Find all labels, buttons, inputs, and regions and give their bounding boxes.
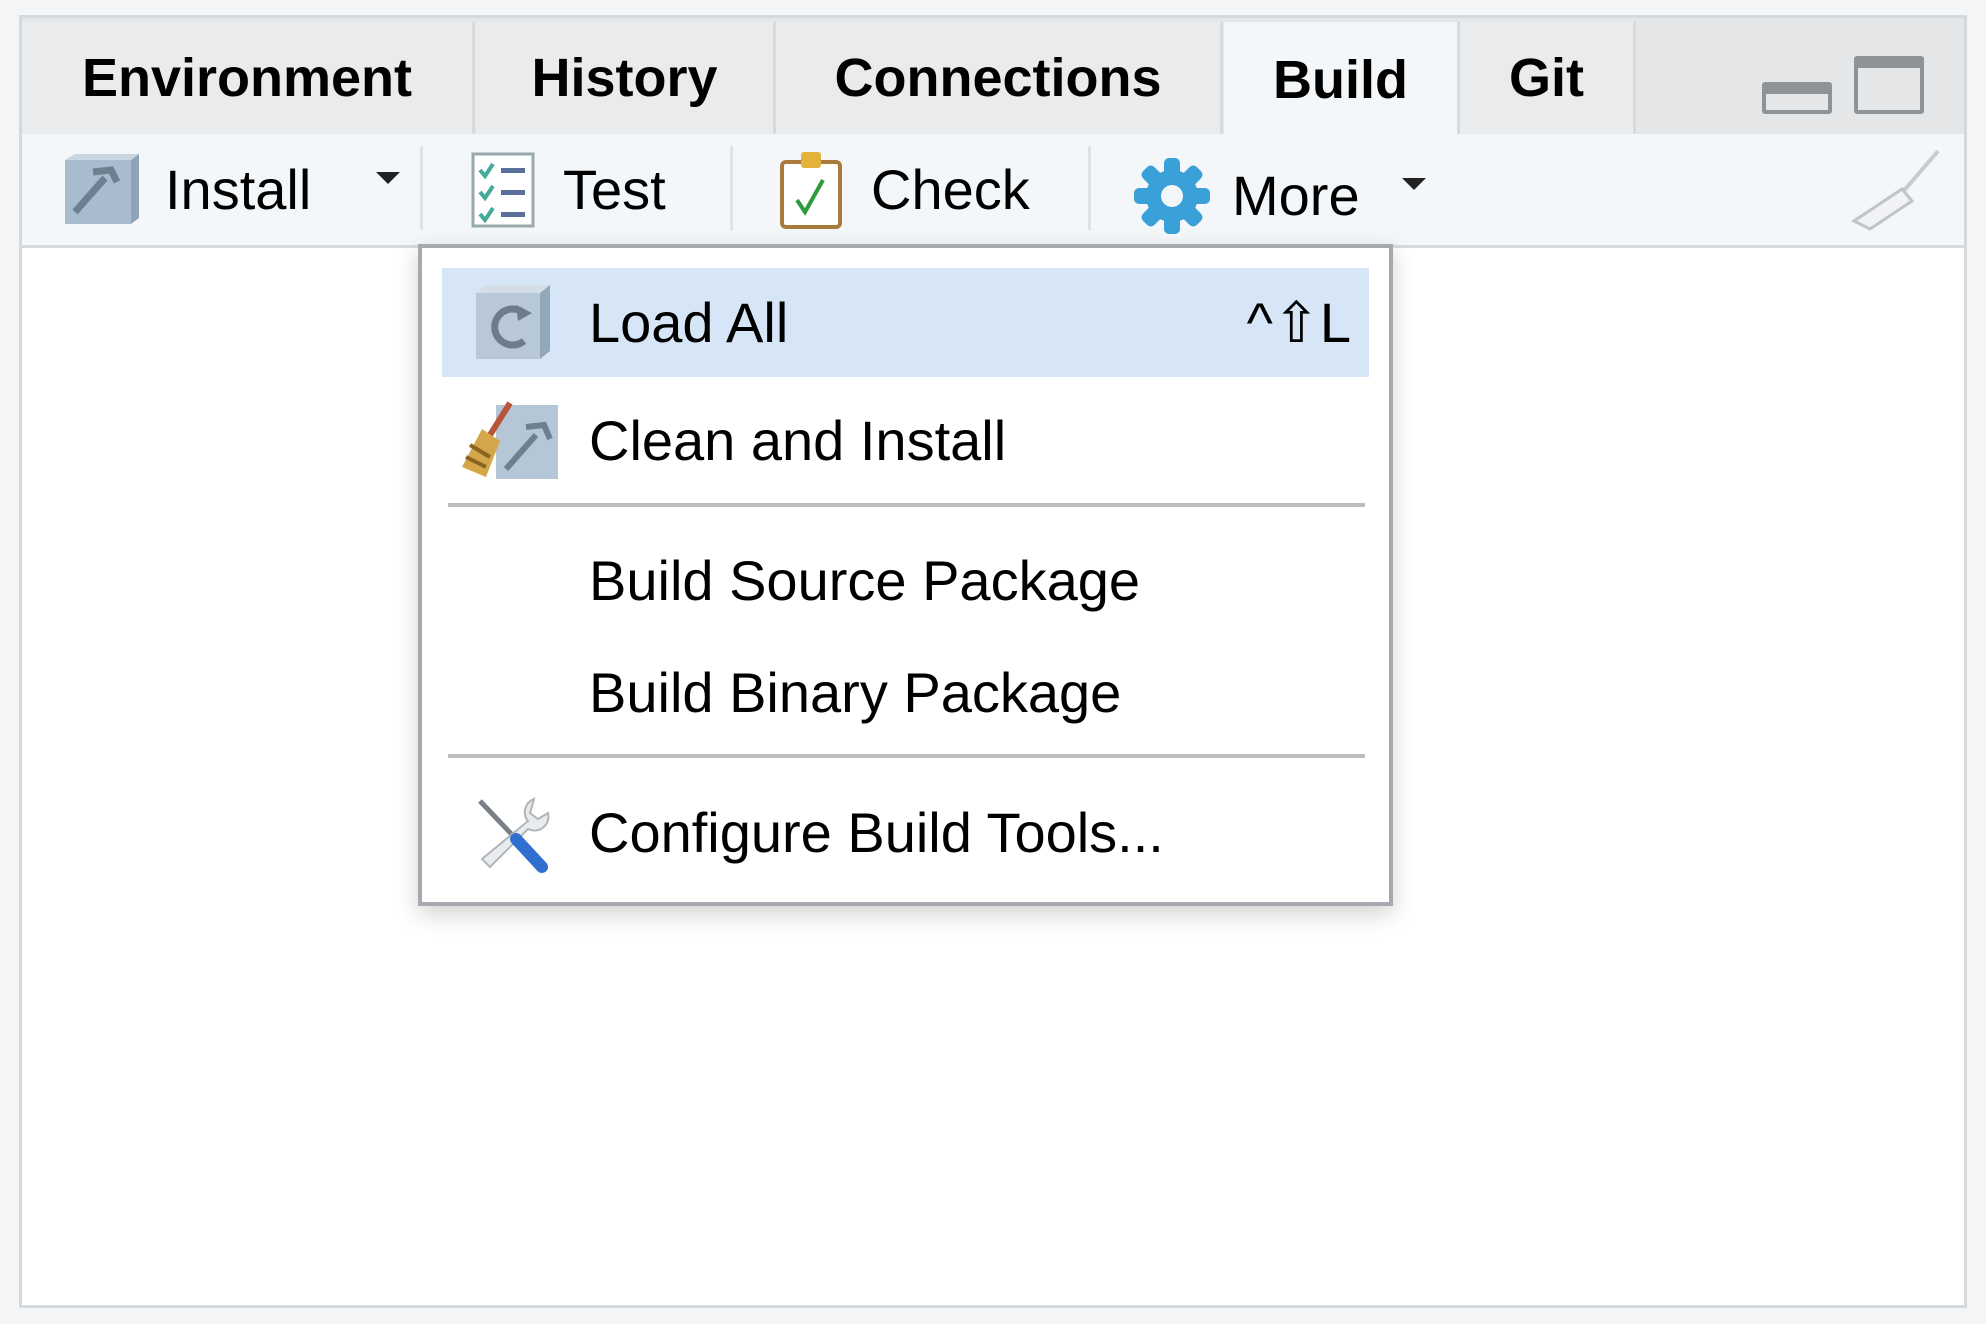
broom-hammer-icon: [462, 400, 558, 479]
install-dropdown-arrow-icon[interactable]: [376, 172, 400, 184]
test-button[interactable]: Test: [471, 134, 666, 245]
broom-icon: [1851, 149, 1940, 231]
maximize-icon[interactable]: [1854, 56, 1924, 114]
tab-label: History: [531, 48, 718, 108]
menu-item-build-binary-package[interactable]: Build Binary Package: [442, 638, 1369, 747]
tab-git[interactable]: Git: [1460, 22, 1636, 134]
toolbar-separator: [420, 146, 423, 230]
checklist-icon: [471, 152, 535, 227]
tab-environment[interactable]: Environment: [22, 22, 475, 134]
shortcut-label: ^⇧L: [1246, 290, 1351, 354]
toolbar-separator: [1088, 146, 1091, 230]
test-label: Test: [563, 158, 666, 221]
menu-item-build-source-package[interactable]: Build Source Package: [442, 526, 1369, 635]
tab-bar: Environment History Connections Build Gi…: [22, 18, 1964, 138]
menu-item-label: Build Source Package: [589, 549, 1141, 612]
menu-item-configure-build-tools[interactable]: Configure Build Tools...: [442, 778, 1369, 887]
check-button[interactable]: Check: [779, 134, 1030, 245]
more-dropdown-menu: Load All ^⇧L Clean and Install Build Sou…: [418, 244, 1393, 906]
more-label: More: [1232, 164, 1360, 227]
tools-icon: [478, 796, 550, 873]
menu-separator: [448, 754, 1365, 758]
tab-build[interactable]: Build: [1224, 22, 1460, 138]
menu-item-label: Load All: [589, 291, 789, 354]
tab-label: Environment: [81, 48, 413, 108]
tab-label: Git: [1509, 48, 1584, 108]
gear-icon: [1134, 157, 1210, 234]
menu-item-clean-and-install[interactable]: Clean and Install: [442, 386, 1369, 495]
more-button[interactable]: More: [1132, 140, 1360, 251]
minimize-icon[interactable]: [1762, 82, 1832, 114]
toolbar-separator: [730, 146, 733, 230]
reload-box-icon: [476, 284, 550, 359]
tab-label: Connections: [834, 48, 1162, 108]
hammer-box-icon: [65, 153, 139, 224]
menu-item-label: Build Binary Package: [589, 661, 1122, 724]
menu-item-label: Configure Build Tools...: [589, 801, 1164, 864]
clipboard-check-icon: [780, 151, 842, 229]
more-dropdown-arrow-icon[interactable]: [1402, 178, 1426, 190]
tab-label: Build: [1273, 50, 1408, 110]
build-toolbar: Install Test Check More: [22, 134, 1964, 248]
install-button[interactable]: Install: [61, 134, 311, 245]
tab-history[interactable]: History: [476, 22, 776, 134]
menu-separator: [448, 503, 1365, 507]
menu-item-load-all[interactable]: Load All ^⇧L: [442, 268, 1369, 377]
install-label: Install: [165, 158, 312, 221]
menu-item-label: Clean and Install: [589, 409, 1007, 472]
clear-button[interactable]: [1850, 134, 1942, 245]
check-label: Check: [871, 158, 1030, 221]
tab-connections[interactable]: Connections: [776, 22, 1223, 134]
